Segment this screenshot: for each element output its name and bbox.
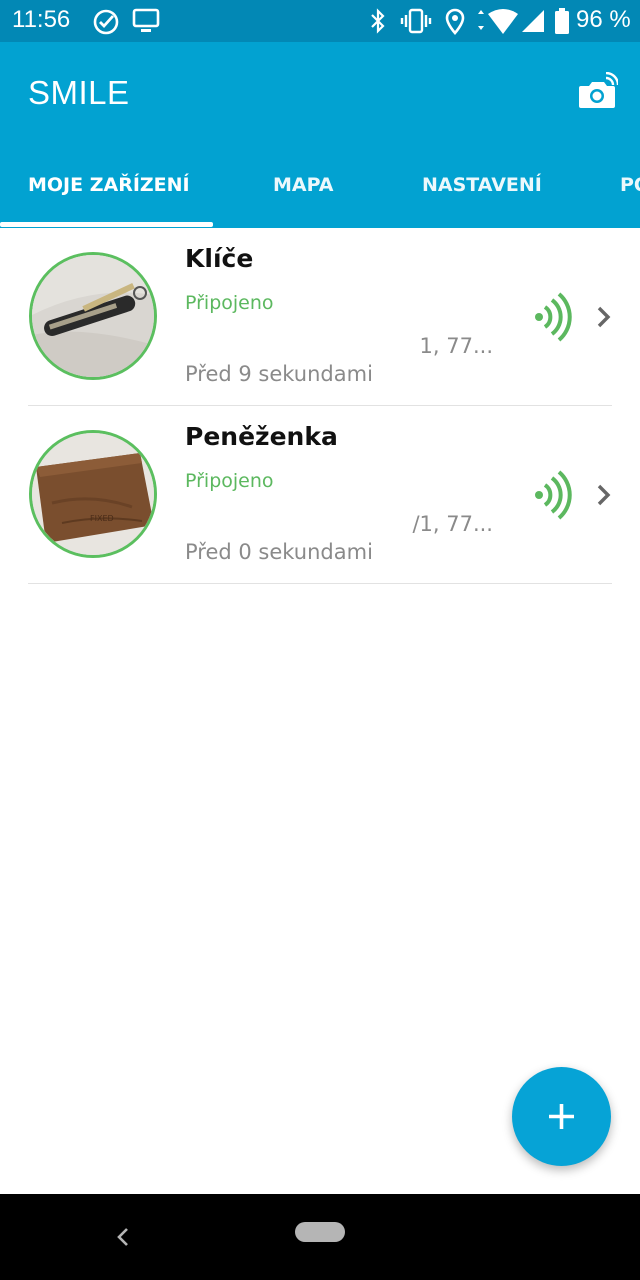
device-avatar-keys: [29, 252, 157, 380]
device-row-keys[interactable]: Klíče Připojeno 1, 77... Před 9 sekundam…: [0, 228, 640, 406]
row-divider: [28, 583, 612, 584]
add-device-button[interactable]: [512, 1067, 611, 1166]
device-row-wallet[interactable]: FIXED Peněženka Připojeno /1, 77... Před…: [0, 406, 640, 584]
device-last-seen: Před 9 sekundami: [185, 362, 373, 386]
wifi-icon: [478, 9, 518, 34]
tab-indicator: [0, 222, 213, 227]
camera-switch-icon[interactable]: [576, 72, 618, 112]
cell-signal-icon: [522, 10, 544, 32]
battery-icon: [555, 8, 569, 34]
location-icon: [445, 8, 465, 35]
check-circle-icon: [93, 9, 119, 35]
bluetooth-icon: [371, 8, 385, 34]
chevron-right-icon[interactable]: [592, 302, 616, 332]
back-icon[interactable]: [113, 1224, 133, 1250]
tab-map[interactable]: MAPA: [273, 174, 334, 196]
cast-icon: [132, 8, 160, 32]
device-coords: 1, 77...: [419, 334, 493, 358]
device-status: Připojeno: [185, 470, 274, 492]
chevron-right-icon[interactable]: [592, 480, 616, 510]
device-name: Klíče: [185, 244, 254, 273]
signal-strength-icon: [535, 470, 572, 520]
status-time: 11:56: [12, 6, 71, 33]
status-bar: 11:56 96 %: [0, 0, 640, 42]
keys-photo: [32, 255, 154, 377]
home-pill-button[interactable]: [295, 1222, 345, 1242]
plus-icon: [549, 1104, 574, 1129]
tab-my-devices[interactable]: MOJE ZAŘÍZENÍ: [28, 174, 190, 196]
signal-strength-icon: [535, 292, 572, 342]
tab-bar: MOJE ZAŘÍZENÍ MAPA NASTAVENÍ PO: [0, 150, 640, 228]
device-coords: /1, 77...: [412, 512, 493, 536]
tab-partial[interactable]: PO: [620, 174, 640, 196]
svg-text:FIXED: FIXED: [90, 514, 114, 523]
system-nav-bar: [0, 1194, 640, 1280]
tab-settings[interactable]: NASTAVENÍ: [422, 174, 542, 196]
device-name: Peněženka: [185, 422, 338, 451]
device-last-seen: Před 0 sekundami: [185, 540, 373, 564]
vibrate-icon: [400, 8, 432, 34]
wallet-photo: FIXED: [32, 433, 154, 555]
app-title: SMILE: [28, 74, 130, 111]
battery-percent: 96 %: [576, 6, 631, 33]
device-status: Připojeno: [185, 292, 274, 314]
device-avatar-wallet: FIXED: [29, 430, 157, 558]
